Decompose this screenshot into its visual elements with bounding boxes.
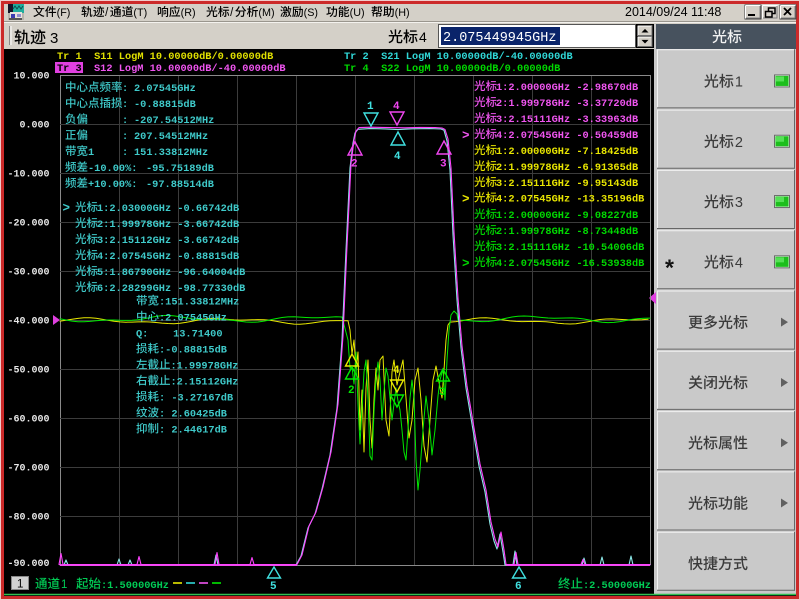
svg-text::: : bbox=[122, 115, 128, 127]
svg-text:2:1.99978GHz -3.66742dB: 2:1.99978GHz -3.66742dB bbox=[97, 219, 239, 231]
svg-text:Q: 13.71400: Q: 13.71400 bbox=[136, 329, 223, 341]
svg-text:4: 4 bbox=[419, 29, 427, 45]
svg-text:4: 4 bbox=[393, 365, 400, 377]
svg-text:2:1.99978GHz -3.37720dB: 2:1.99978GHz -3.37720dB bbox=[496, 98, 638, 110]
svg-text:10.000: 10.000 bbox=[13, 72, 49, 83]
svg-text:-10.000: -10.000 bbox=[7, 170, 49, 181]
svg-text:-207.54512MHz: -207.54512MHz bbox=[134, 115, 214, 127]
svg-text:6:2.28299GHz -98.77330dB: 6:2.28299GHz -98.77330dB bbox=[97, 283, 245, 295]
svg-text::1.99978GHz: :1.99978GHz bbox=[171, 361, 239, 373]
svg-text:2.075449945GHz: 2.075449945GHz bbox=[443, 31, 556, 46]
svg-text:: 2.44617dB: : 2.44617dB bbox=[159, 425, 227, 437]
svg-text:1: 1 bbox=[735, 74, 743, 90]
svg-text:6: 6 bbox=[515, 581, 522, 593]
svg-text:-10.00%:: -10.00%: bbox=[88, 163, 137, 175]
svg-text:>: > bbox=[462, 193, 470, 207]
svg-text:207.54512MHz: 207.54512MHz bbox=[134, 131, 208, 143]
svg-text:-30.000: -30.000 bbox=[7, 268, 49, 279]
svg-text:1: 1 bbox=[88, 147, 94, 159]
svg-text:-60.000: -60.000 bbox=[7, 415, 49, 426]
svg-text:-95.75189dB: -95.75189dB bbox=[146, 163, 214, 175]
svg-text::: : bbox=[122, 83, 128, 95]
svg-text:-97.88514dB: -97.88514dB bbox=[146, 179, 214, 191]
svg-text:4:2.07545GHz -13.35196dB: 4:2.07545GHz -13.35196dB bbox=[496, 194, 644, 206]
svg-text:3: 3 bbox=[735, 195, 743, 211]
svg-text:2: 2 bbox=[351, 159, 358, 171]
svg-text:0.000: 0.000 bbox=[19, 121, 49, 132]
svg-text::: : bbox=[122, 147, 128, 159]
svg-text:Tr 2 S21 LogM 10.00000dB/-40.: Tr 2 S21 LogM 10.00000dB/-40.00000dB bbox=[344, 51, 573, 63]
svg-text:3:2.15111GHz -9.95143dB: 3:2.15111GHz -9.95143dB bbox=[496, 178, 638, 190]
svg-text:>: > bbox=[462, 257, 470, 271]
svg-text:2:1.99978GHz -8.73448dB: 2:1.99978GHz -8.73448dB bbox=[496, 226, 638, 238]
svg-text:: 2.60425dB: : 2.60425dB bbox=[159, 409, 227, 421]
svg-text:(R): (R) bbox=[181, 7, 196, 19]
svg-text:1:2.03000GHz -0.66742dB: 1:2.03000GHz -0.66742dB bbox=[97, 203, 239, 215]
svg-text::1.50000GHz: :1.50000GHz bbox=[101, 580, 169, 592]
svg-text:2: 2 bbox=[735, 135, 743, 151]
svg-text:2:1.99978GHz -6.91365dB: 2:1.99978GHz -6.91365dB bbox=[496, 162, 638, 174]
svg-text::151.33812MHz: :151.33812MHz bbox=[159, 297, 239, 309]
svg-text:Tr 4 S22 LogM 10.00000dB/0.00: Tr 4 S22 LogM 10.00000dB/0.00000dB bbox=[344, 63, 560, 75]
svg-text::-0.88815dB: :-0.88815dB bbox=[159, 345, 227, 357]
svg-text:3: 3 bbox=[439, 387, 446, 399]
svg-text::2.50000GHz: :2.50000GHz bbox=[583, 580, 651, 592]
svg-text:3: 3 bbox=[440, 159, 447, 171]
svg-text:151.33812MHz: 151.33812MHz bbox=[134, 147, 208, 159]
svg-text:: -3.27167dB: : -3.27167dB bbox=[159, 393, 233, 405]
svg-text:3: 3 bbox=[50, 30, 58, 47]
svg-text:>: > bbox=[462, 129, 470, 143]
svg-text:(F): (F) bbox=[57, 7, 71, 19]
svg-text:Tr 3: Tr 3 bbox=[57, 63, 82, 75]
svg-text:1:2.00000GHz -7.18425dB: 1:2.00000GHz -7.18425dB bbox=[496, 146, 638, 158]
svg-text:2: 2 bbox=[348, 385, 355, 397]
svg-text:-80.000: -80.000 bbox=[7, 513, 49, 524]
svg-text:(T): (T) bbox=[133, 7, 147, 19]
svg-text:2014/09/24 11:48: 2014/09/24 11:48 bbox=[625, 5, 721, 19]
svg-text::2.15112GHz: :2.15112GHz bbox=[171, 377, 239, 389]
svg-text:4: 4 bbox=[735, 255, 743, 271]
svg-text::2.07545GHz: :2.07545GHz bbox=[159, 313, 227, 325]
svg-text:5:1.86790GHz -96.64004dB: 5:1.86790GHz -96.64004dB bbox=[97, 267, 245, 279]
svg-text:-50.000: -50.000 bbox=[7, 366, 49, 377]
svg-text:5: 5 bbox=[270, 581, 277, 593]
svg-text:4: 4 bbox=[393, 101, 400, 113]
svg-text:4:2.07545GHz -0.50459dB: 4:2.07545GHz -0.50459dB bbox=[496, 130, 638, 142]
svg-text:1:2.00000GHz -2.98670dB: 1:2.00000GHz -2.98670dB bbox=[496, 82, 638, 94]
svg-text:Tr 1 S11 LogM 10.00000dB/0.00: Tr 1 S11 LogM 10.00000dB/0.00000dB bbox=[57, 51, 273, 63]
svg-text:4: 4 bbox=[394, 151, 401, 163]
svg-text:1: 1 bbox=[367, 101, 374, 113]
svg-text:3:2.15112GHz -3.66742dB: 3:2.15112GHz -3.66742dB bbox=[97, 235, 239, 247]
svg-text:+10.00%:: +10.00%: bbox=[88, 179, 137, 191]
svg-text:-90.000: -90.000 bbox=[7, 559, 49, 570]
svg-text:4:2.07545GHz -0.88815dB: 4:2.07545GHz -0.88815dB bbox=[97, 251, 239, 263]
svg-text:-20.000: -20.000 bbox=[7, 219, 49, 230]
svg-text:-40.000: -40.000 bbox=[7, 317, 49, 328]
svg-text:(S): (S) bbox=[304, 7, 318, 19]
svg-text::: : bbox=[122, 99, 128, 111]
svg-text:1: 1 bbox=[61, 579, 67, 591]
svg-text:(H): (H) bbox=[395, 7, 410, 19]
svg-text::: : bbox=[122, 131, 128, 143]
svg-text:(M): (M) bbox=[258, 7, 274, 19]
svg-text:-70.000: -70.000 bbox=[7, 464, 49, 475]
svg-text:3:2.15111GHz -3.33963dB: 3:2.15111GHz -3.33963dB bbox=[496, 114, 638, 126]
svg-text:4:2.07545GHz -16.53938dB: 4:2.07545GHz -16.53938dB bbox=[496, 258, 644, 270]
svg-text:1:2.00000GHz -9.08227dB: 1:2.00000GHz -9.08227dB bbox=[496, 210, 638, 222]
svg-text:2.07545GHz: 2.07545GHz bbox=[134, 83, 196, 95]
svg-text:3:2.15111GHz -10.54006dB: 3:2.15111GHz -10.54006dB bbox=[496, 242, 644, 254]
svg-text:1: 1 bbox=[17, 579, 23, 591]
svg-text:>: > bbox=[63, 202, 71, 216]
svg-text:(U): (U) bbox=[350, 7, 365, 19]
svg-text:S12 LogM 10.00000dB/-40.00000d: S12 LogM 10.00000dB/-40.00000dB bbox=[94, 63, 286, 75]
svg-text:*: * bbox=[665, 255, 674, 281]
svg-text:-0.88815dB: -0.88815dB bbox=[134, 99, 196, 111]
